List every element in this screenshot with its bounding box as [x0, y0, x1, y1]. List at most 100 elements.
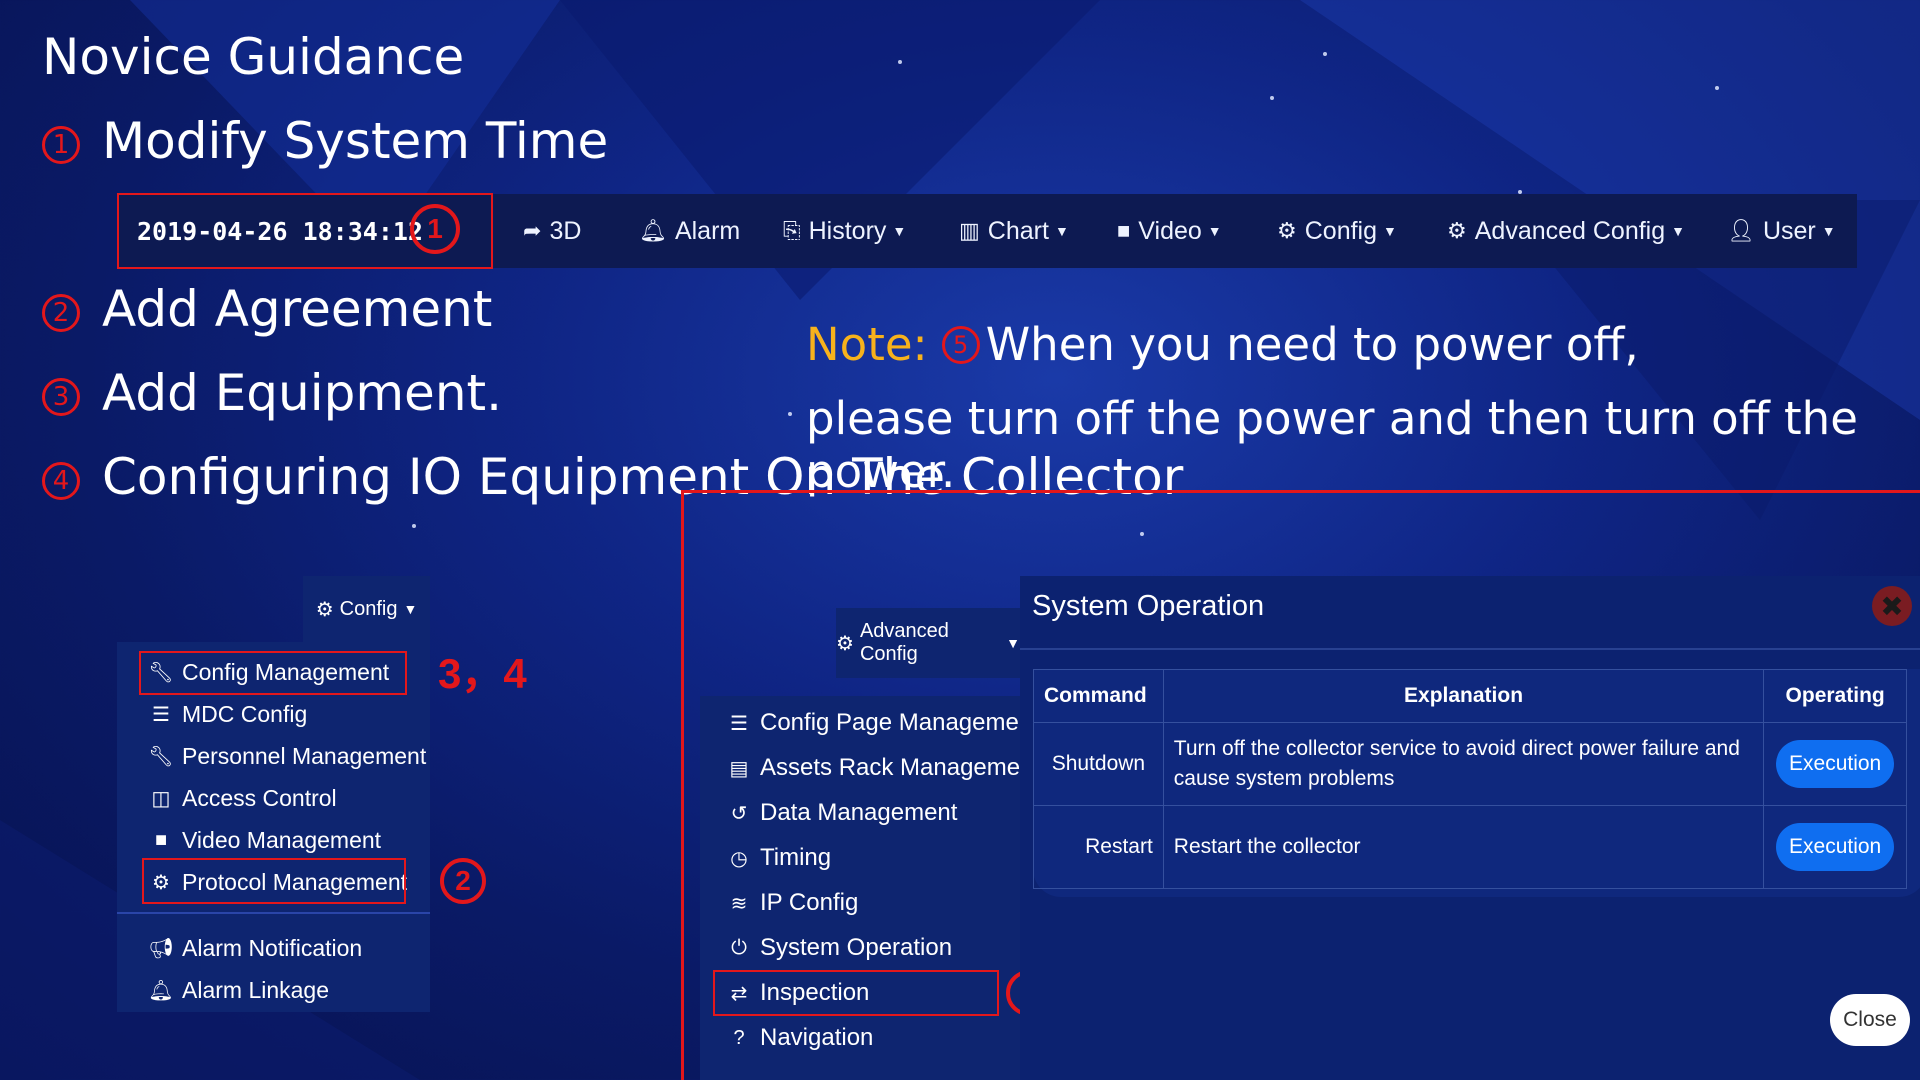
column-header: Command: [1033, 669, 1164, 723]
menu-item-navigation[interactable]: ? Navigation: [726, 1017, 873, 1059]
step-number: 1: [42, 126, 80, 164]
menu-item-label: IP Config: [760, 889, 859, 916]
star: [1140, 532, 1144, 536]
menu-item-alarm-linkage[interactable]: 🔔︎ Alarm Linkage: [148, 970, 329, 1010]
nav-label: Video: [1138, 216, 1202, 245]
server-icon: ▤: [729, 757, 749, 780]
column-header: Explanation: [1162, 669, 1765, 723]
step-3: 3 Add Equipment.: [42, 364, 502, 422]
note-text-line2: please turn off the power and then turn …: [806, 392, 1858, 498]
menu-divider: [117, 912, 430, 914]
menu-item-mdc-config[interactable]: ☰ MDC Config: [148, 694, 307, 734]
nav-video[interactable]: ■ Video ▼: [1117, 194, 1222, 268]
list-icon: ☰: [152, 703, 170, 726]
close-button[interactable]: Close: [1830, 994, 1910, 1046]
nav-label: Advanced Config: [1474, 216, 1666, 245]
bar-chart-icon: ▥: [959, 218, 980, 243]
menu-item-video-management[interactable]: ■ Video Management: [148, 820, 381, 860]
step-number: 2: [42, 294, 80, 332]
caret-down-icon: ▼: [1821, 223, 1836, 239]
menu-item-label: Video Management: [182, 826, 382, 853]
nav-label: Alarm: [674, 216, 741, 245]
marker-1: 1: [410, 204, 460, 254]
step-text: Add Equipment.: [102, 364, 502, 422]
history-icon: ⎘: [783, 218, 801, 243]
menu-item-data-management[interactable]: ↺ Data Management: [726, 792, 958, 834]
star: [1323, 52, 1327, 56]
operating-cell: Execution: [1763, 805, 1907, 889]
table-row: Shutdown Turn off the collector service …: [1033, 722, 1907, 806]
caret-down-icon: ▼: [1054, 223, 1069, 239]
menu-item-alarm-notification[interactable]: 📢︎ Alarm Notification: [148, 928, 362, 968]
step-1: 1 Modify System Time: [42, 112, 608, 170]
nav-user[interactable]: 👤︎ User ▼: [1727, 194, 1836, 268]
video-icon: ■: [1117, 218, 1131, 243]
explanation-cell: Restart the collector: [1162, 805, 1765, 889]
highlight-box: [139, 651, 407, 695]
gear-icon: ⚙: [315, 598, 334, 621]
advanced-config-menu-header[interactable]: ⚙ Advanced Config ▼: [836, 608, 1020, 678]
operations-table: Command Explanation Operating Shutdown T…: [1033, 669, 1907, 889]
menu-item-label: Data Management: [760, 799, 958, 826]
config-menu-header[interactable]: ⚙ Config ▼: [303, 576, 430, 642]
nav-label: 3D: [549, 216, 582, 245]
step-text: Modify System Time: [102, 112, 609, 170]
caret-down-icon: ▼: [1383, 223, 1397, 239]
clock-icon: ◷: [730, 847, 748, 870]
star: [412, 524, 416, 528]
restart-execution-button[interactable]: Execution: [1776, 823, 1895, 871]
menu-item-label: Navigation: [760, 1024, 874, 1051]
note-label: Note:: [806, 318, 928, 371]
marker-3-4: 3，4: [438, 650, 527, 697]
list-icon: ☰: [730, 712, 748, 735]
page-title: Novice Guidance: [42, 28, 465, 86]
caret-down-icon: ▼: [892, 223, 907, 239]
question-icon: ?: [733, 1026, 745, 1049]
menu-item-label: Personnel Management: [182, 742, 427, 769]
menu-item-label: Alarm Notification: [182, 934, 363, 961]
step-number: 3: [42, 378, 80, 416]
system-operation-dialog: System Operation ✖ Command Explanation O…: [1020, 576, 1920, 1080]
history-icon: ↺: [730, 802, 748, 825]
table-header-row: Command Explanation Operating: [1033, 669, 1907, 723]
video-icon: ■: [154, 828, 168, 851]
nav-chart[interactable]: ▥ Chart ▼: [959, 194, 1069, 268]
menu-item-label: MDC Config: [182, 700, 308, 727]
dialog-separator: [1020, 648, 1920, 650]
nav-history[interactable]: ⎘ History ▼: [783, 194, 906, 268]
nav-3d[interactable]: ➦ 3D: [523, 194, 581, 268]
close-icon[interactable]: ✖: [1872, 586, 1912, 626]
star: [1270, 96, 1274, 100]
menu-item-timing[interactable]: ◷ Timing: [726, 837, 831, 879]
nav-advanced-config[interactable]: ⚙ Advanced Config ▼: [1447, 194, 1685, 268]
menu-item-label: Access Control: [182, 784, 337, 811]
divider-line: [682, 490, 1920, 493]
bullhorn-icon: 📢︎: [148, 937, 174, 960]
menu-item-personnel-management[interactable]: 🔧︎ Personnel Management: [148, 736, 426, 776]
gears-icon: ⚙: [1447, 218, 1467, 243]
step-2: 2 Add Agreement: [42, 280, 492, 338]
nav-label: User: [1762, 216, 1816, 245]
menu-item-access-control[interactable]: ◫ Access Control: [148, 778, 337, 818]
command-cell: Restart: [1033, 805, 1164, 889]
menu-item-system-operation[interactable]: ⏻ System Operation: [726, 927, 952, 969]
shutdown-execution-button[interactable]: Execution: [1776, 740, 1895, 788]
menu-item-config-page-management[interactable]: ☰ Config Page Management: [726, 702, 1039, 744]
divider-line: [681, 490, 684, 1080]
table-row: Restart Restart the collector Execution: [1033, 805, 1907, 889]
nav-alarm[interactable]: 🔔︎ Alarm: [639, 194, 740, 268]
command-cell: Shutdown: [1033, 722, 1164, 806]
caret-down-icon: ▼: [1207, 223, 1222, 239]
wrench-icon: 🔧︎: [148, 745, 174, 768]
user-icon: 👤︎: [1727, 218, 1755, 243]
menu-item-ip-config[interactable]: ≋ IP Config: [726, 882, 859, 924]
columns-icon: ◫: [151, 787, 171, 810]
star: [788, 412, 792, 416]
marker-2: 2: [440, 858, 486, 904]
menu-item-assets-rack-management[interactable]: ▤ Assets Rack Management: [726, 747, 1041, 789]
caret-down-icon: ▼: [403, 601, 418, 617]
dialog-title: System Operation: [1032, 590, 1265, 622]
nav-config[interactable]: ⚙ Config ▼: [1277, 194, 1397, 268]
step-text: Add Agreement: [102, 280, 493, 338]
menu-item-label: Alarm Linkage: [182, 976, 330, 1003]
